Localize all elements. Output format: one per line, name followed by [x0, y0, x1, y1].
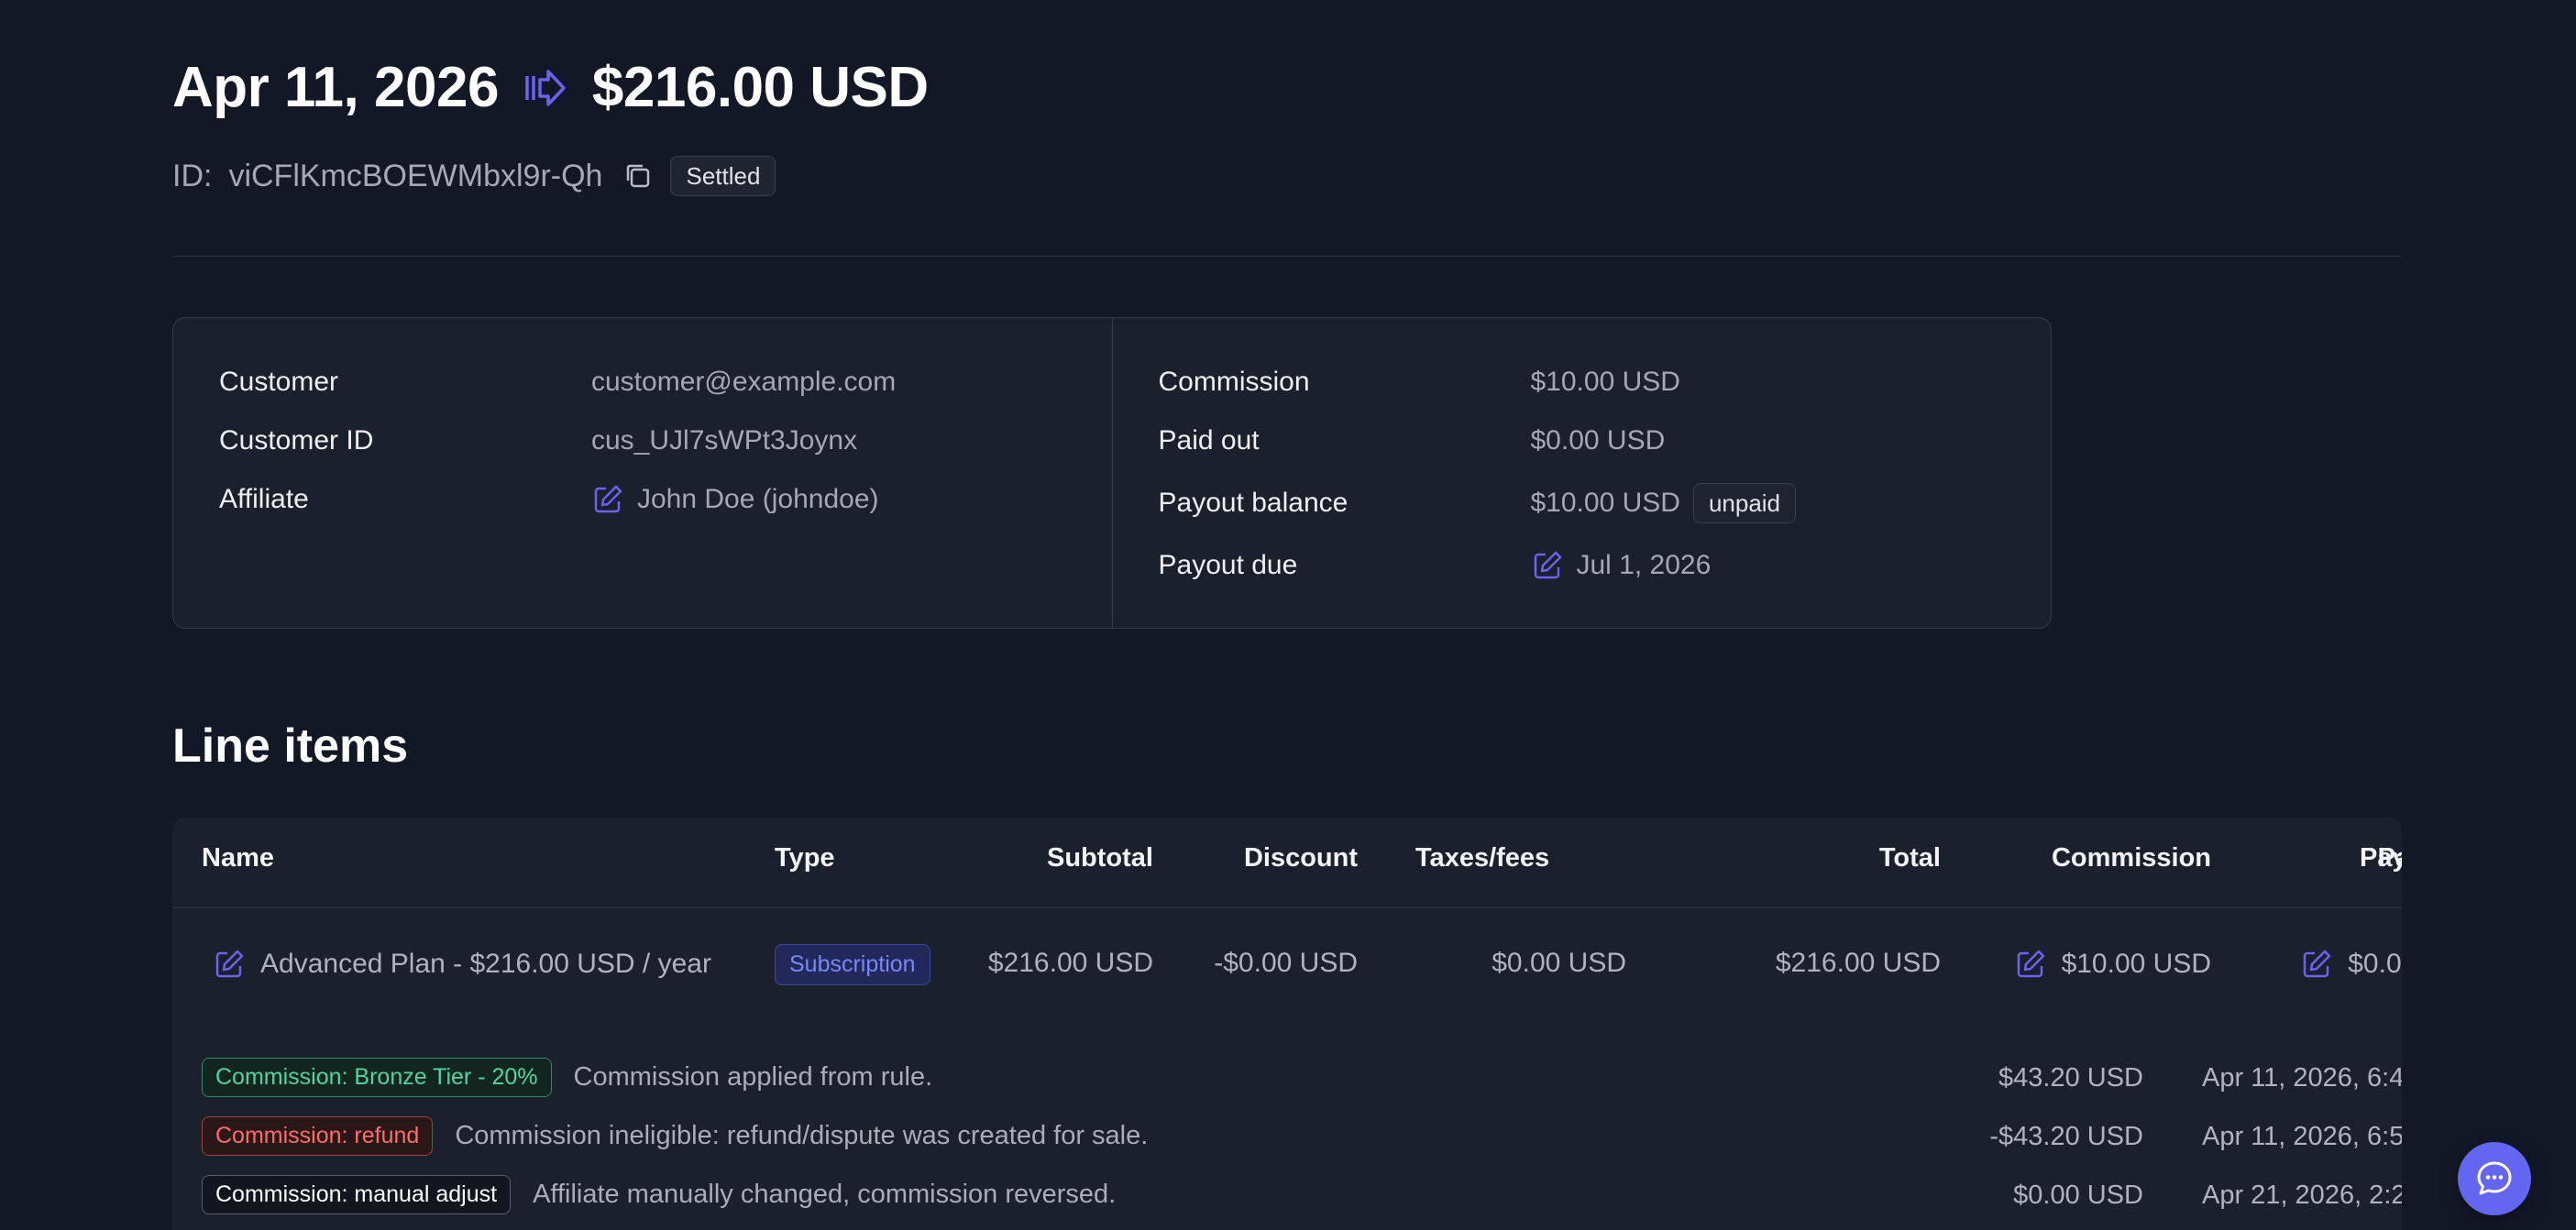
commission-event-description: Commission applied from rule.: [573, 1061, 933, 1092]
line-item-total: $216.00 USD: [1775, 948, 1941, 978]
column-header-total: Total: [1878, 843, 1941, 873]
line-item-discount: -$0.00 USD: [1214, 948, 1358, 978]
column-header-payout: Pay: [2360, 843, 2402, 873]
summary-card: Customer customer@example.com Customer I…: [172, 317, 2052, 629]
edit-icon[interactable]: [591, 483, 624, 516]
column-header-discount: Discount: [1243, 843, 1358, 873]
id-row: ID: viCFlKmcBOEWMbxl9r-Qh Settled: [172, 156, 776, 196]
page-title: Apr 11, 2026 $216.00 USD: [172, 55, 929, 120]
copy-icon[interactable]: [622, 160, 654, 192]
paid-out-row: Paid out $0.00 USD: [1159, 423, 1666, 459]
title-amount: $216.00 USD: [591, 56, 929, 119]
commission-tag-bronze: Commission: Bronze Tier - 20%: [202, 1057, 552, 1097]
commission-detail-page: Apr 11, 2026 $216.00 USD ID: viCFlKmcBOE…: [0, 0, 2576, 1230]
line-item-commission: $10.00 USD: [1936, 948, 2211, 981]
commission-event-row: Commission: Bronze Tier - 20% Commission…: [202, 1056, 932, 1098]
commission-event-row: Commission: refund Commission ineligible…: [202, 1115, 1148, 1157]
paid-out-value: $0.00 USD: [1530, 425, 1666, 456]
commission-label: Commission: [1158, 367, 1310, 397]
commission-value: $10.00 USD: [1530, 367, 1680, 397]
payout-balance-label: Payout balance: [1158, 488, 1349, 518]
column-header-commission: Commission: [2051, 843, 2211, 873]
chat-button[interactable]: [2458, 1142, 2531, 1215]
line-item-name-text: Advanced Plan - $216.00 USD / year: [260, 949, 711, 979]
commission-event-date: Apr 11, 2026, 6:5: [2202, 1122, 2402, 1151]
customer-id-label: Customer ID: [219, 425, 374, 456]
edit-icon[interactable]: [2014, 948, 2047, 981]
column-header-taxes: Taxes/fees: [1415, 843, 1550, 873]
commission-event-date: Apr 11, 2026, 6:4: [2202, 1063, 2402, 1093]
commission-event-description: Affiliate manually changed, commission r…: [533, 1179, 1117, 1209]
payout-due-value: Jul 1, 2026: [1531, 549, 1712, 582]
summary-right-column: Commission $10.00 USD Paid out $0.00 USD…: [1111, 318, 2052, 628]
commission-row: Commission $10.00 USD: [1159, 364, 1680, 401]
summary-left-column: Customer customer@example.com Customer I…: [173, 318, 1112, 628]
id-label: ID:: [172, 158, 213, 193]
customer-value: customer@example.com: [591, 367, 897, 397]
column-header-subtotal: Subtotal: [1047, 843, 1153, 873]
customer-id-value: cus_UJl7sWPt3Joynx: [591, 425, 858, 456]
header-divider: [172, 256, 2402, 257]
line-item-commission-value: $10.00 USD: [2061, 949, 2211, 979]
customer-label: Customer: [219, 367, 339, 397]
affiliate-name[interactable]: John Doe (johndoe): [637, 484, 879, 515]
commission-event-amount: $0.00 USD: [2013, 1181, 2143, 1210]
edit-icon[interactable]: [2300, 948, 2333, 981]
column-header-type: Type: [775, 843, 835, 873]
affiliate-value: John Doe (johndoe): [591, 483, 879, 516]
payout-balance-amount: $10.00 USD: [1530, 488, 1680, 518]
edit-icon[interactable]: [213, 948, 246, 981]
line-item-paid-out: $0.00 USD: [2207, 948, 2402, 981]
line-item-subtotal: $216.00 USD: [987, 948, 1153, 978]
customer-id-row: Customer ID cus_UJl7sWPt3Joynx: [219, 423, 857, 459]
unpaid-badge: unpaid: [1692, 483, 1797, 523]
payout-balance-value: $10.00 USD unpaid: [1531, 483, 1797, 523]
commission-event-row: Commission: manual adjust Affiliate manu…: [202, 1173, 1116, 1215]
commission-event-amount: $43.20 USD: [1998, 1063, 2143, 1093]
commission-event-amount: -$43.20 USD: [1989, 1122, 2143, 1151]
payout-due-row: Payout due Jul 1, 2026: [1159, 547, 1712, 584]
affiliate-label: Affiliate: [219, 484, 309, 514]
arrow-right-icon: [525, 69, 566, 106]
table-header-divider: [172, 907, 2402, 908]
line-items-table: Name Type Subtotal Discount Taxes/fees T…: [172, 818, 2402, 1230]
payout-due-date: Jul 1, 2026: [1576, 550, 1712, 580]
line-item-name: Advanced Plan - $216.00 USD / year: [213, 948, 711, 981]
id-value: viCFlKmcBOEWMbxl9r-Qh: [228, 158, 603, 193]
column-header-name: Name: [202, 843, 274, 873]
status-badge: Settled: [670, 156, 776, 196]
chat-icon: [2477, 1161, 2512, 1195]
commission-event-date: Apr 21, 2026, 2:2: [2202, 1181, 2402, 1210]
payout-balance-row: Payout balance $10.00 USD unpaid: [1158, 483, 1797, 523]
line-item-paid-out-value: $0.00 USD: [2348, 949, 2402, 979]
affiliate-row: Affiliate John Doe (johndoe): [219, 481, 879, 518]
line-items-title: Line items: [172, 719, 409, 773]
paid-out-label: Paid out: [1158, 425, 1260, 456]
commission-tag-refund: Commission: refund: [202, 1115, 434, 1156]
title-date: Apr 11, 2026: [172, 56, 499, 119]
commission-tag-manual-adjust: Commission: manual adjust: [202, 1174, 512, 1214]
edit-icon[interactable]: [1531, 549, 1564, 582]
customer-row: Customer customer@example.com: [219, 364, 896, 401]
payout-due-label: Payout due: [1158, 550, 1298, 580]
commission-event-description: Commission ineligible: refund/dispute wa…: [455, 1120, 1149, 1150]
line-item-taxes: $0.00 USD: [1492, 948, 1626, 978]
